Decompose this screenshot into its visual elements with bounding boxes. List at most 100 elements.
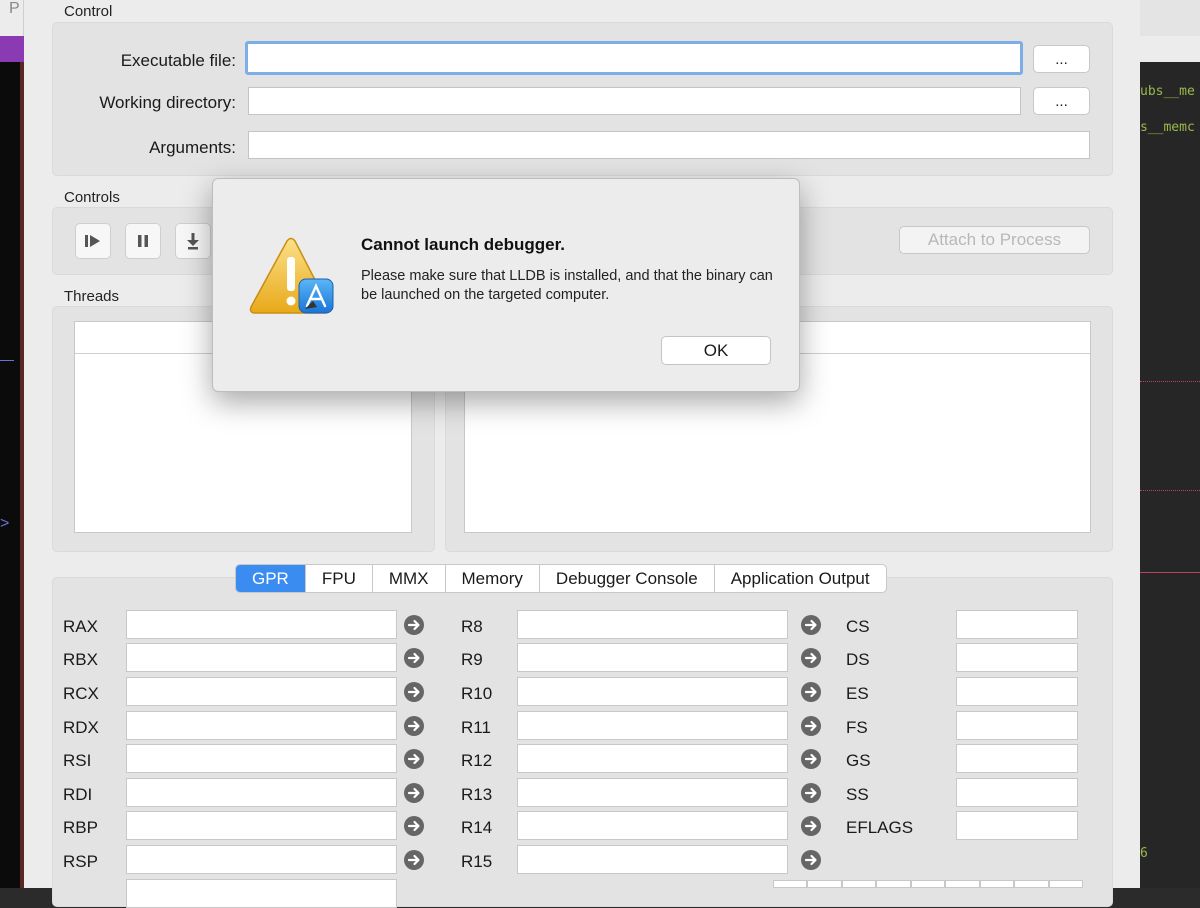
tab-mmx[interactable]: MMX [373,565,446,592]
register-value-field[interactable] [517,643,788,672]
working-directory-input[interactable] [248,87,1021,115]
register-label: RAX [63,617,98,636]
register-value-field[interactable] [956,778,1078,807]
control-group-title: Control [64,3,113,20]
register-value-field[interactable] [126,879,397,908]
tab-debugger-console[interactable]: Debugger Console [540,565,715,592]
arguments-input[interactable] [248,131,1090,159]
register-label: R13 [461,785,493,804]
ok-button[interactable]: OK [661,336,771,365]
go-to-address-icon[interactable] [801,850,821,870]
go-to-address-icon[interactable] [404,648,424,668]
background-editor: ubs__me s__memc 6 [1140,0,1200,888]
register-value-field[interactable] [126,811,397,840]
tab-memory[interactable]: Memory [446,565,540,592]
register-value-field[interactable] [956,677,1078,706]
go-to-address-icon[interactable] [801,682,821,702]
background-solid-line [1140,572,1200,573]
tab-fpu[interactable]: FPU [306,565,373,592]
register-value-field[interactable] [517,845,788,874]
go-to-address-icon[interactable] [404,816,424,836]
flag-bit-box[interactable] [979,880,1015,888]
background-tab-accent [0,36,24,62]
background-editor-tabbar [1140,36,1200,62]
go-to-address-icon[interactable] [404,749,424,769]
register-value-field[interactable] [956,811,1078,840]
go-to-address-icon[interactable] [801,615,821,635]
flag-bit-box[interactable] [773,880,808,888]
register-value-field[interactable] [956,744,1078,773]
register-label: RSP [63,852,98,871]
background-dotted-line [1140,490,1200,491]
register-value-field[interactable] [126,744,397,773]
register-label: R15 [461,852,493,871]
flag-bit-box[interactable] [876,880,911,888]
go-to-address-icon[interactable] [404,682,424,702]
register-label: R11 [461,718,491,737]
pause-icon [138,235,148,247]
error-dialog: Cannot launch debugger. Please make sure… [212,178,800,392]
attach-to-process-button[interactable]: Attach to Process [899,226,1090,254]
register-label: RBP [63,818,98,837]
step-into-button[interactable] [175,223,211,259]
register-value-field[interactable] [126,610,397,639]
working-directory-browse-button[interactable]: ... [1033,87,1090,115]
tab-application-output[interactable]: Application Output [715,565,886,592]
flag-bit-box[interactable] [841,880,877,888]
register-value-field[interactable] [517,811,788,840]
flag-bit-box[interactable] [945,880,980,888]
register-label: R14 [461,818,493,837]
pause-button[interactable] [125,223,161,259]
go-to-address-icon[interactable] [801,816,821,836]
flag-bit-box[interactable] [910,880,946,888]
register-label: R10 [461,684,493,703]
background-code-line: ubs__me [1140,84,1195,99]
register-value-field[interactable] [517,610,788,639]
register-value-field[interactable] [126,711,397,740]
register-value-field[interactable] [956,610,1078,639]
go-to-address-icon[interactable] [404,850,424,870]
go-to-address-icon[interactable] [801,648,821,668]
go-to-address-icon[interactable] [801,783,821,803]
register-value-field[interactable] [517,711,788,740]
register-value-field[interactable] [126,845,397,874]
register-label: CS [846,617,870,636]
go-to-address-icon[interactable] [404,783,424,803]
flag-bit-box[interactable] [1048,880,1083,888]
continue-button[interactable] [75,223,111,259]
tab-gpr[interactable]: GPR [236,565,306,592]
background-left-pane: P > [0,0,24,888]
register-value-field[interactable] [517,677,788,706]
debugger-window: Control Executable file: ... Working dir… [24,0,1140,908]
go-to-address-icon[interactable] [801,749,821,769]
background-line-number: 6 [1140,846,1148,861]
register-label: DS [846,650,870,669]
register-value-field[interactable] [956,643,1078,672]
executable-file-input[interactable] [245,41,1023,75]
executable-file-label: Executable file: [120,51,236,70]
go-to-address-icon[interactable] [404,615,424,635]
flag-bit-box[interactable] [807,880,842,888]
working-directory-label: Working directory: [99,93,236,112]
background-code-line: s__memc [1140,120,1195,135]
executable-browse-button[interactable]: ... [1033,45,1090,73]
register-label: RDX [63,718,99,737]
register-tabs: GPR FPU MMX Memory Debugger Console Appl… [235,564,887,593]
go-to-address-icon[interactable] [801,716,821,736]
background-marker-line [0,360,14,361]
step-into-icon [187,233,199,250]
dialog-title: Cannot launch debugger. [361,235,566,254]
register-value-field[interactable] [126,643,397,672]
flags-bit-boxes [773,880,1083,888]
register-value-field[interactable] [126,778,397,807]
arguments-label: Arguments: [149,138,236,157]
register-value-field[interactable] [517,744,788,773]
register-value-field[interactable] [956,711,1078,740]
register-value-field[interactable] [126,677,397,706]
go-to-address-icon[interactable] [404,716,424,736]
play-step-icon [85,235,100,247]
flag-bit-box[interactable] [1014,880,1049,888]
register-value-field[interactable] [517,778,788,807]
background-char: P [9,0,20,17]
threads-group-title: Threads [64,288,120,305]
